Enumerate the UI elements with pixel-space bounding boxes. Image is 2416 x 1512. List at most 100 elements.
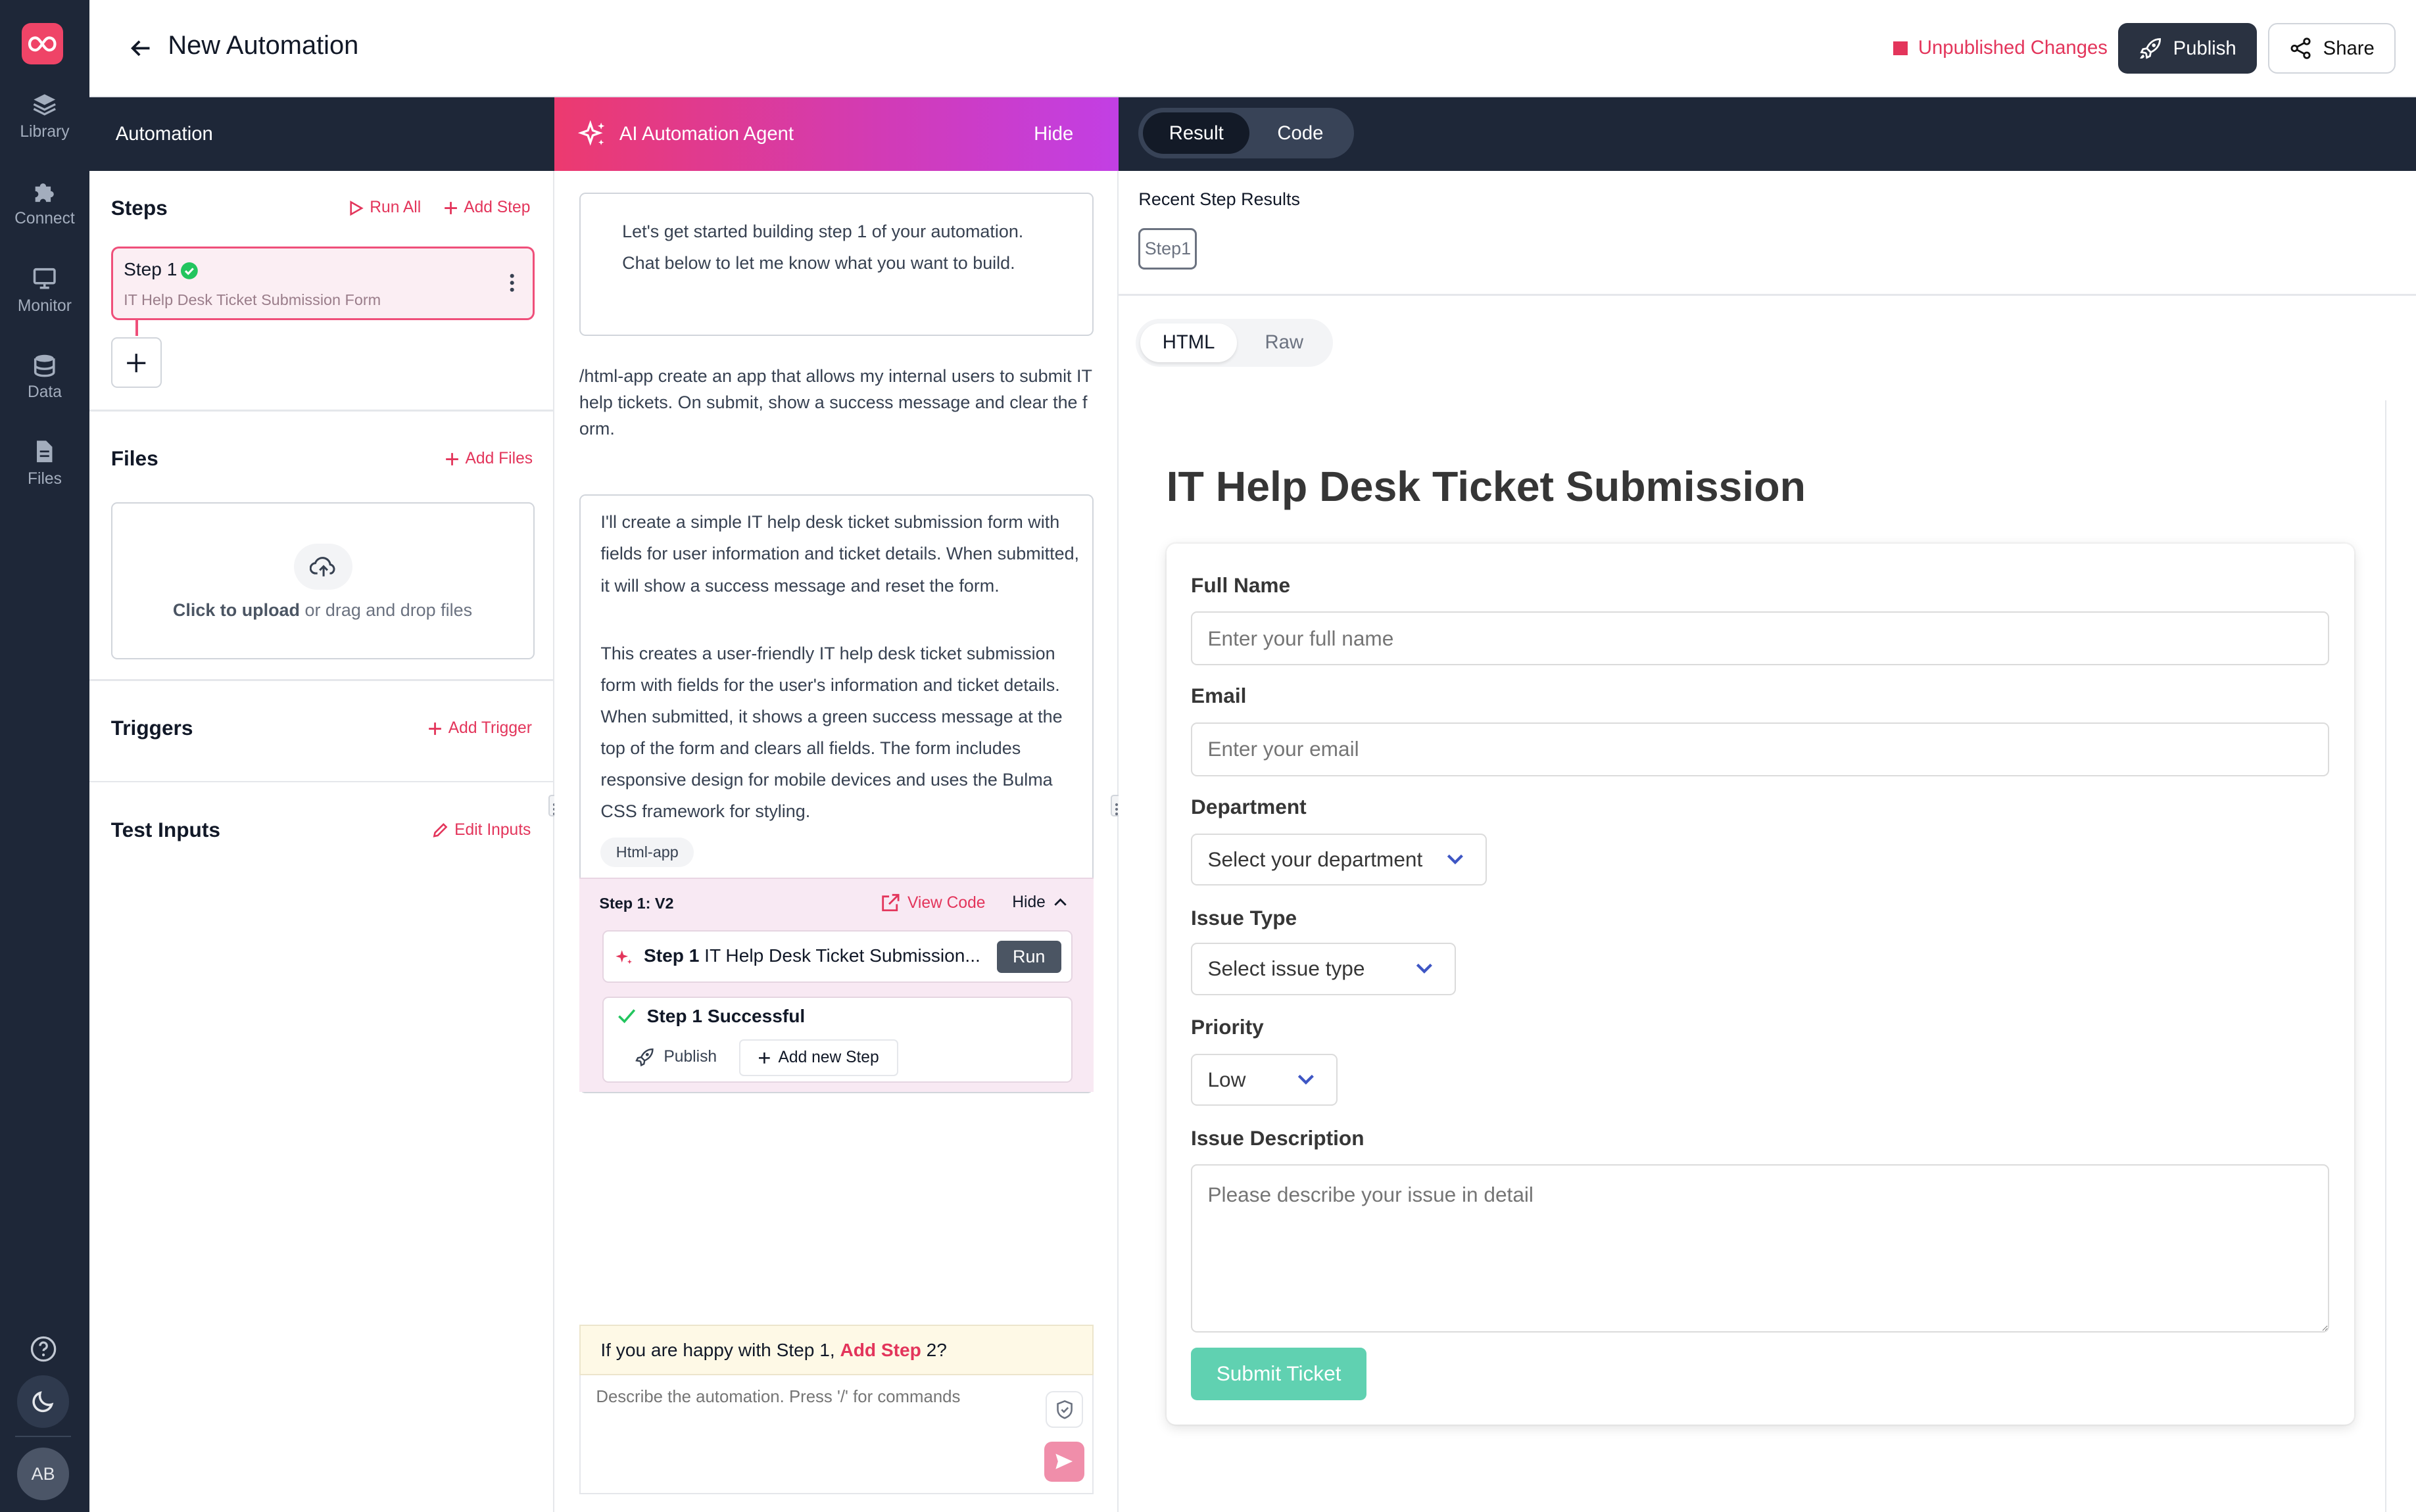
run-all-label: Run All: [370, 199, 422, 217]
theme-toggle[interactable]: [16, 1375, 70, 1428]
sparkles-icon: [577, 120, 604, 146]
check-circle-icon: [180, 262, 198, 279]
plus-icon: [444, 201, 457, 214]
steps-heading: Steps: [110, 195, 168, 220]
back-button[interactable]: [130, 37, 151, 65]
tab-code[interactable]: Code: [1253, 112, 1348, 154]
plus-icon: [759, 1052, 770, 1064]
upload-rest: or drag and drop files: [299, 600, 473, 621]
status-square-icon: [1893, 41, 1908, 55]
file-upload-dropzone[interactable]: Click to upload or drag and drop files: [110, 502, 535, 659]
full-name-label: Full Name: [1191, 573, 1291, 597]
plus-icon: [429, 722, 442, 735]
run-all-button[interactable]: Run All: [348, 199, 421, 217]
add-files-label: Add Files: [465, 450, 533, 468]
view-code-button[interactable]: View Code: [880, 893, 986, 913]
add-step-button[interactable]: Add Step: [444, 199, 530, 217]
add-new-step-label: Add new Step: [778, 1049, 879, 1067]
plus-icon: [446, 452, 459, 465]
unpublished-status: Unpublished Changes: [1893, 37, 2108, 59]
file-icon: [37, 440, 53, 462]
share-icon: [2290, 37, 2311, 59]
step-text: IT Help Desk Ticket Submission...: [699, 945, 980, 966]
nav-data[interactable]: Data: [0, 353, 89, 402]
agent-intro-message: Let's get started building step 1 of you…: [579, 192, 1094, 336]
run-button[interactable]: Run: [996, 941, 1061, 974]
reply-p1: I'll create a simple IT help desk ticket…: [600, 512, 1080, 596]
view-code-label: View Code: [907, 893, 986, 912]
upload-icon-wrap: [294, 543, 353, 590]
success-label: Step 1 Successful: [646, 1005, 806, 1026]
agent-title: AI Automation Agent: [619, 123, 794, 145]
priority-select[interactable]: Low: [1191, 1053, 1338, 1106]
version-hide-button[interactable]: Hide: [1012, 893, 1067, 912]
reply-p2: This creates a user-friendly IT help des…: [600, 643, 1063, 821]
nav-connect[interactable]: Connect: [0, 179, 89, 228]
shield-check-icon: [1056, 1400, 1073, 1419]
pencil-icon: [433, 823, 448, 838]
department-label: Department: [1191, 794, 1307, 818]
puzzle-icon: [35, 183, 54, 202]
step-connector: [135, 320, 138, 336]
more-vertical-icon[interactable]: [509, 273, 515, 293]
submit-ticket-button[interactable]: Submit Ticket: [1191, 1348, 1367, 1400]
rocket-icon: [2140, 38, 2162, 59]
add-step-link[interactable]: Add Step: [840, 1340, 921, 1360]
upload-text: Click to upload or drag and drop files: [112, 600, 533, 621]
moon-icon: [32, 1391, 54, 1413]
edit-inputs-button[interactable]: Edit Inputs: [433, 821, 531, 839]
chevron-up-icon: [1053, 899, 1067, 907]
form-title: IT Help Desk Ticket Submission: [1166, 462, 1806, 510]
add-files-button[interactable]: Add Files: [445, 450, 533, 468]
help-button[interactable]: [30, 1335, 57, 1369]
step-result-chip[interactable]: Step1: [1138, 227, 1197, 270]
arrow-left-icon: [130, 40, 150, 57]
add-trigger-button[interactable]: Add Trigger: [428, 719, 532, 738]
department-select[interactable]: Select your department: [1191, 833, 1487, 886]
send-icon: [1055, 1453, 1073, 1470]
layers-icon: [33, 93, 57, 116]
step-card[interactable]: Step 1 IT Help Desk Ticket Submission Fo…: [110, 246, 535, 321]
full-name-input[interactable]: [1191, 611, 2330, 666]
send-button[interactable]: [1044, 1441, 1085, 1482]
add-step-plus-button[interactable]: [110, 337, 162, 389]
issue-type-value: Select issue type: [1207, 957, 1365, 981]
chat-input[interactable]: [596, 1387, 1036, 1450]
add-new-step-button[interactable]: Add new Step: [739, 1039, 898, 1077]
step-run-card: Step 1 IT Help Desk Ticket Submission...…: [602, 930, 1073, 983]
tab-html[interactable]: HTML: [1140, 323, 1238, 362]
avatar[interactable]: AB: [16, 1448, 70, 1500]
happy-pre: If you are happy with Step 1,: [600, 1339, 840, 1360]
plus-icon: [127, 353, 146, 372]
publish-small-button[interactable]: Publish: [635, 1047, 717, 1067]
publish-small-label: Publish: [664, 1048, 717, 1066]
issue-type-select[interactable]: Select issue type: [1191, 942, 1457, 995]
preview-scroll-edge: [2384, 400, 2387, 1512]
share-button[interactable]: Share: [2267, 23, 2396, 74]
sparkle-icon: [616, 950, 633, 964]
nav-monitor[interactable]: Monitor: [0, 266, 89, 316]
nav-library[interactable]: Library: [0, 93, 89, 142]
divider: [89, 780, 555, 783]
publish-button[interactable]: Publish: [2118, 23, 2258, 74]
tab-result[interactable]: Result: [1143, 112, 1250, 154]
rail-divider: [15, 1435, 71, 1437]
intro-text: Let's get started building step 1 of you…: [622, 221, 1024, 273]
department-value: Select your department: [1207, 847, 1423, 871]
nav-files[interactable]: Files: [0, 439, 89, 488]
test-inputs-heading: Test Inputs: [110, 818, 220, 842]
issue-type-label: Issue Type: [1191, 905, 1297, 930]
database-icon: [34, 354, 55, 377]
shield-button[interactable]: [1046, 1390, 1083, 1428]
next-step-prompt: If you are happy with Step 1, Add Step 2…: [579, 1324, 1094, 1376]
tab-raw[interactable]: Raw: [1240, 323, 1328, 362]
agent-bar: AI Automation Agent Hide: [554, 97, 1119, 172]
tag-chip[interactable]: Html-app: [600, 838, 694, 867]
nav-label: Files: [27, 469, 62, 488]
nav-label: Library: [20, 123, 70, 141]
page-title: New Automation: [168, 30, 359, 60]
app-logo[interactable]: [21, 23, 64, 65]
email-input[interactable]: [1191, 722, 2330, 776]
agent-hide-button[interactable]: Hide: [1034, 123, 1073, 145]
description-textarea[interactable]: [1191, 1164, 2330, 1333]
